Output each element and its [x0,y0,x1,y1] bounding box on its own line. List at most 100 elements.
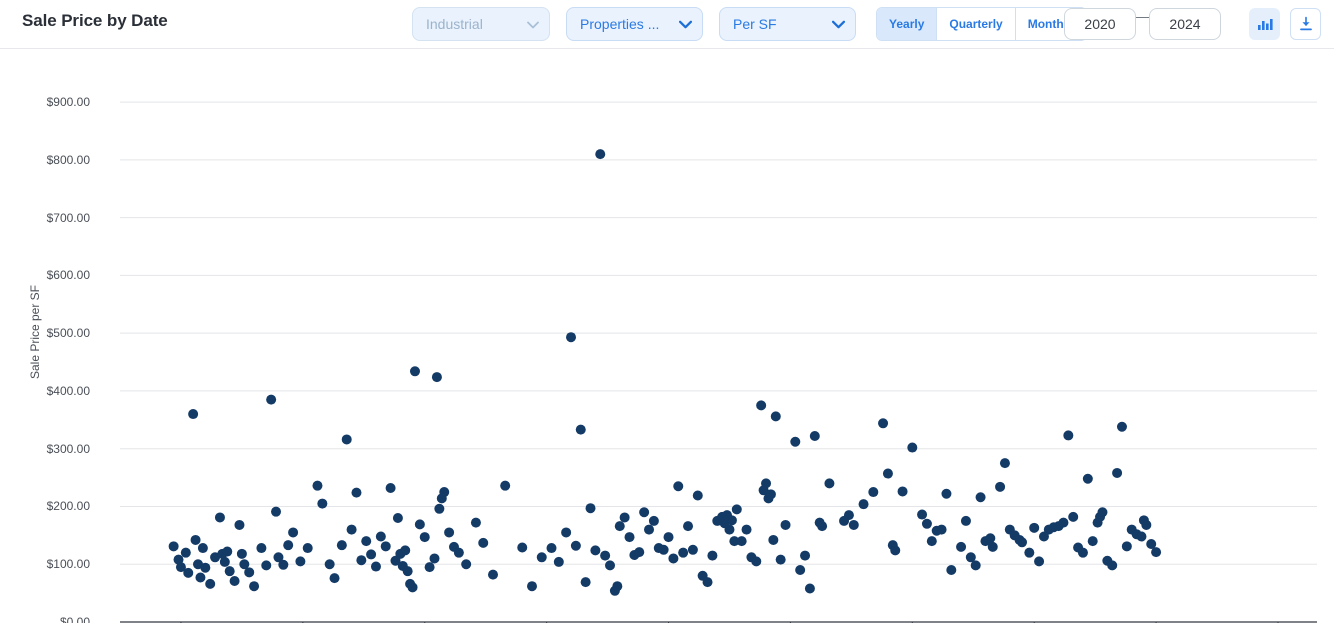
scatter-point[interactable] [229,575,240,586]
scatter-point[interactable] [770,411,781,422]
scatter-point[interactable] [921,518,932,529]
scatter-point[interactable] [302,543,313,554]
scatter-point[interactable] [605,560,616,571]
scatter-point[interactable] [724,524,735,535]
scatter-point[interactable] [219,556,230,567]
scatter-point[interactable] [736,536,747,547]
download-icon[interactable] [1290,8,1321,40]
scatter-point[interactable] [361,536,372,547]
scatter-point[interactable] [843,510,854,521]
scatter-point[interactable] [385,482,396,493]
scatter-point[interactable] [1097,507,1108,518]
scatter-point[interactable] [987,541,998,552]
scatter-point[interactable] [590,545,601,556]
scatter-point[interactable] [566,332,577,343]
scatter-point[interactable] [687,544,698,555]
scatter-point[interactable] [536,552,547,563]
scatter-point[interactable] [370,561,381,572]
scatter-point[interactable] [585,503,596,514]
scatter-point[interactable] [673,481,684,492]
scatter-point[interactable] [409,366,420,377]
scatter-point[interactable] [780,519,791,530]
scatter-point[interactable] [346,524,357,535]
scatter-point[interactable] [222,546,233,557]
scatter-point[interactable] [1017,537,1028,548]
scatter-point[interactable] [741,524,752,535]
scatter-point[interactable] [580,577,591,588]
scatter-point[interactable] [1121,541,1132,552]
scatter-point[interactable] [183,567,194,578]
scatter-point[interactable] [761,478,772,489]
scatter-point[interactable] [1034,556,1045,567]
scatter-point[interactable] [431,372,442,383]
scatter-point[interactable] [392,513,403,524]
property-type-dropdown[interactable]: Industrial [412,7,550,41]
scatter-point[interactable] [400,545,411,556]
scatter-point[interactable] [890,545,901,556]
scatter-point[interactable] [768,534,779,545]
scatter-point[interactable] [897,486,908,497]
scatter-point[interactable] [214,512,225,523]
scatter-point[interactable] [1151,547,1162,558]
scatter-point[interactable] [619,512,630,523]
segment-yearly[interactable]: Yearly [877,8,938,40]
scatter-point[interactable] [756,400,767,411]
scatter-point[interactable] [244,567,255,578]
scatter-point[interactable] [824,478,835,489]
scatter-point[interactable] [926,536,937,547]
segment-quarterly[interactable]: Quarterly [937,8,1016,40]
scatter-point[interactable] [261,560,272,571]
scatter-point[interactable] [517,542,528,553]
scatter-point[interactable] [731,504,742,515]
year-end-input[interactable]: 2024 [1149,8,1221,40]
scatter-point[interactable] [775,554,786,565]
scatter-point[interactable] [648,515,659,526]
scatter-point[interactable] [936,524,947,535]
scatter-point[interactable] [288,527,299,538]
scatter-point[interactable] [341,434,352,445]
scatter-point[interactable] [478,537,489,548]
scatter-point[interactable] [1141,519,1152,530]
scatter-point[interactable] [970,560,981,571]
scatter-point[interactable] [848,519,859,530]
scatter-point[interactable] [424,562,435,573]
scatter-point[interactable] [283,540,294,551]
scatter-point[interactable] [329,573,340,584]
scatter-point[interactable] [1077,547,1088,558]
scatter-point[interactable] [644,524,655,535]
scatter-point[interactable] [809,430,820,441]
scatter-point[interactable] [600,550,611,561]
scatter-point[interactable] [678,547,689,558]
scatter-point[interactable] [595,149,606,160]
scatter-point[interactable] [614,521,625,532]
scatter-point[interactable] [224,566,235,577]
scatter-point[interactable] [249,581,260,592]
scatter-point[interactable] [195,572,206,583]
scatter-point[interactable] [800,550,811,561]
scatter-point[interactable] [1068,511,1079,522]
scatter-point[interactable] [663,532,674,543]
scatter-point[interactable] [1082,473,1093,484]
scatter-point[interactable] [683,521,694,532]
scatter-point[interactable] [266,394,277,405]
scatter-point[interactable] [453,547,464,558]
year-start-input[interactable]: 2020 [1064,8,1136,40]
scatter-point[interactable] [1058,517,1069,528]
scatter-point[interactable] [419,532,430,543]
scatter-point[interactable] [439,487,450,498]
scatter-point[interactable] [197,543,208,554]
scatter-point[interactable] [168,541,179,552]
scatter-point[interactable] [1107,560,1118,571]
scatter-point[interactable] [380,541,391,552]
scatter-point[interactable] [624,532,635,543]
data-set-dropdown[interactable]: Properties ... [566,7,703,41]
scatter-point[interactable] [351,487,362,498]
scatter-point[interactable] [190,534,201,545]
scatter-point[interactable] [858,499,869,510]
scatter-point[interactable] [946,565,957,576]
scatter-point[interactable] [707,550,718,561]
scatter-point[interactable] [200,562,211,573]
scatter-point[interactable] [256,543,267,554]
scatter-point[interactable] [1136,531,1147,542]
scatter-point[interactable] [692,490,703,501]
